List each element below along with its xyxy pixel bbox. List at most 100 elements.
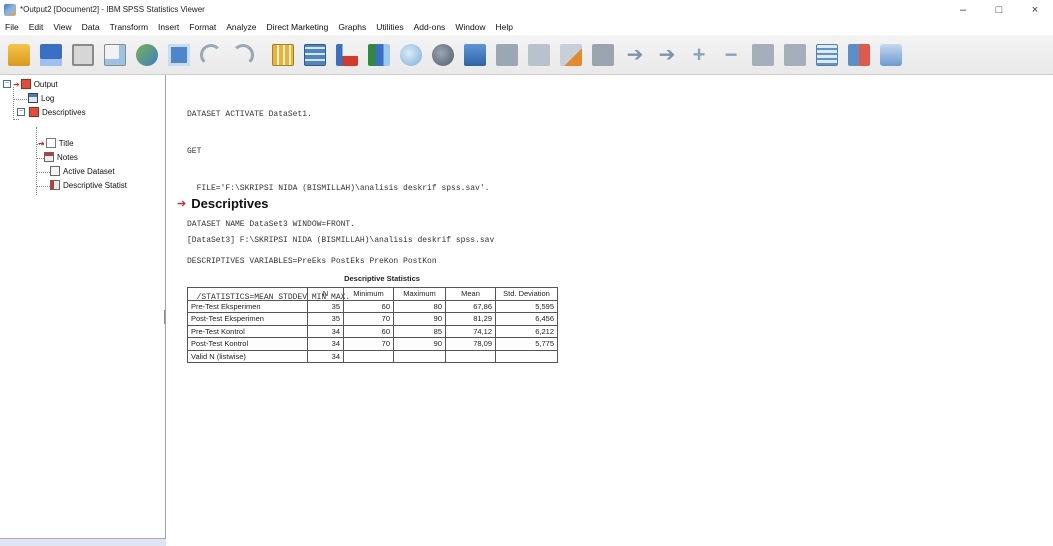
title-icon [45,138,56,148]
menu-data[interactable]: Data [77,22,105,32]
tree-item-descriptives[interactable]: − Descriptives [17,107,86,117]
drag-chart-icon[interactable] [880,43,902,66]
table-header-row: N Minimum Maximum Mean Std. Deviation [187,287,558,301]
active-dataset-icon [50,166,60,176]
descriptives-title: Descriptives [191,196,269,211]
expand-toggle-icon[interactable]: − [17,108,25,116]
export-icon[interactable] [136,43,158,66]
arrow-icon: ➔ [13,79,20,89]
arrow-icon: ➔ [177,198,187,210]
menu-file[interactable]: File [0,22,24,32]
open-folder-icon[interactable] [8,43,30,66]
menu-insert[interactable]: Insert [153,22,184,32]
minimize-button[interactable]: – [945,0,981,19]
table-cell [343,349,394,363]
show-all-variables-icon[interactable] [432,43,454,66]
insert-variable-icon[interactable] [368,43,390,66]
table-cell: 35 [307,299,344,313]
table-header-cell: Minimum [343,287,394,301]
table-cell: 6,456 [495,312,558,326]
table-cell: 60 [343,299,394,313]
table-cell: 5,775 [495,337,558,351]
collapse-icon[interactable]: − [720,43,742,66]
use-variable-sets-icon[interactable] [400,43,422,66]
table-header-cell: Mean [445,287,496,301]
menu-view[interactable]: View [48,22,76,32]
spss-app-icon [4,3,16,16]
menu-help[interactable]: Help [491,22,518,32]
select-last-output-icon[interactable] [496,43,518,66]
table-header-cell: Std. Deviation [495,287,558,301]
window-title: *Output2 [Document2] - IBM SPSS Statisti… [20,5,205,14]
show-icon[interactable] [752,43,774,66]
pivot-table-icon [50,180,60,190]
notes-icon [44,152,54,162]
designate-window-icon[interactable] [464,43,486,66]
tree-label-active-dataset: Active Dataset [63,166,115,176]
table-row: Post-Test Eksperimen 35 70 90 81,29 6,45… [187,312,558,326]
tree-label-descriptive-statistics: Descriptive Statist [63,180,128,190]
tree-item-notes[interactable]: Notes [44,152,78,162]
table-cell: 60 [343,324,394,338]
outline-scrollbar[interactable] [0,538,166,546]
table-title: Descriptive Statistics [344,274,420,283]
table-cell: 81,29 [445,312,496,326]
active-dataset-text[interactable]: [DataSet3] F:\SKRIPSI NIDA (BISMILLAH)\a… [187,236,494,245]
table-header-cell: Maximum [393,287,446,301]
table-cell: 34 [307,324,344,338]
menu-window[interactable]: Window [450,22,490,32]
descriptive-statistics-table[interactable]: N Minimum Maximum Mean Std. Deviation Pr… [187,287,558,363]
insert-text-icon[interactable] [560,43,582,66]
menu-graphs[interactable]: Graphs [333,22,371,32]
title-bar: *Output2 [Document2] - IBM SPSS Statisti… [0,0,1053,19]
table-row: Post-Test Kontrol 34 70 90 78,09 5,775 [187,337,558,351]
create-title-icon[interactable] [528,43,550,66]
menu-add-ons[interactable]: Add-ons [409,22,451,32]
menu-transform[interactable]: Transform [105,22,153,32]
variables-icon[interactable] [336,43,358,66]
syntax-line: FILE='F:\SKRIPSI NIDA (BISMILLAH)\analis… [187,183,490,193]
undo-icon[interactable] [200,43,222,66]
hide-icon[interactable] [592,43,614,66]
save-icon[interactable] [40,43,62,66]
demote-icon[interactable]: ➔ [656,44,678,66]
table-cell: 85 [393,324,446,338]
menu-utilities[interactable]: Utilities [371,22,408,32]
print-preview-icon[interactable] [104,43,126,66]
recall-dialog-icon[interactable] [168,43,190,66]
print-icon[interactable] [72,43,94,66]
expand-toggle-icon[interactable]: − [3,80,11,88]
table-cell [445,349,496,363]
redo-icon[interactable] [232,43,254,66]
tree-item-title[interactable]: ➔ Title [38,138,74,148]
maximize-button[interactable]: □ [981,0,1017,19]
goto-case-icon[interactable] [304,43,326,66]
close-button[interactable]: × [1017,0,1053,19]
table-row-label: Valid N (listwise) [187,349,308,363]
promote-icon[interactable]: ➔ [624,44,646,66]
insert-page-break-icon[interactable] [848,43,870,66]
tree-item-output[interactable]: − ➔ Output [3,79,58,89]
tree-item-active-dataset[interactable]: Active Dataset [50,166,115,176]
table-header-cell: N [307,287,344,301]
expand-icon[interactable]: + [688,43,710,66]
menu-analyze[interactable]: Analyze [221,22,261,32]
log-icon [28,93,38,103]
hide-items-icon[interactable] [784,43,806,66]
tree-item-descriptive-statistics[interactable]: Descriptive Statist [50,180,127,190]
descriptives-heading[interactable]: ➔ Descriptives [177,196,269,211]
table-cell: 70 [343,337,394,351]
table-cell: 34 [307,337,344,351]
menu-edit[interactable]: Edit [24,22,49,32]
table-cell: 6,212 [495,324,558,338]
table-row-label: Post-Test Kontrol [187,337,308,351]
menu-direct-marketing[interactable]: Direct Marketing [261,22,333,32]
goto-data-icon[interactable] [272,43,294,66]
table-cell: 80 [393,299,446,313]
tree-item-log[interactable]: Log [28,93,54,103]
menu-format[interactable]: Format [184,22,221,32]
output-content-pane: DATASET ACTIVATE DataSet1. GET FILE='F:\… [167,75,1053,546]
table-cell: 90 [393,337,446,351]
insert-heading-icon[interactable] [816,43,838,66]
table-cell [393,349,446,363]
